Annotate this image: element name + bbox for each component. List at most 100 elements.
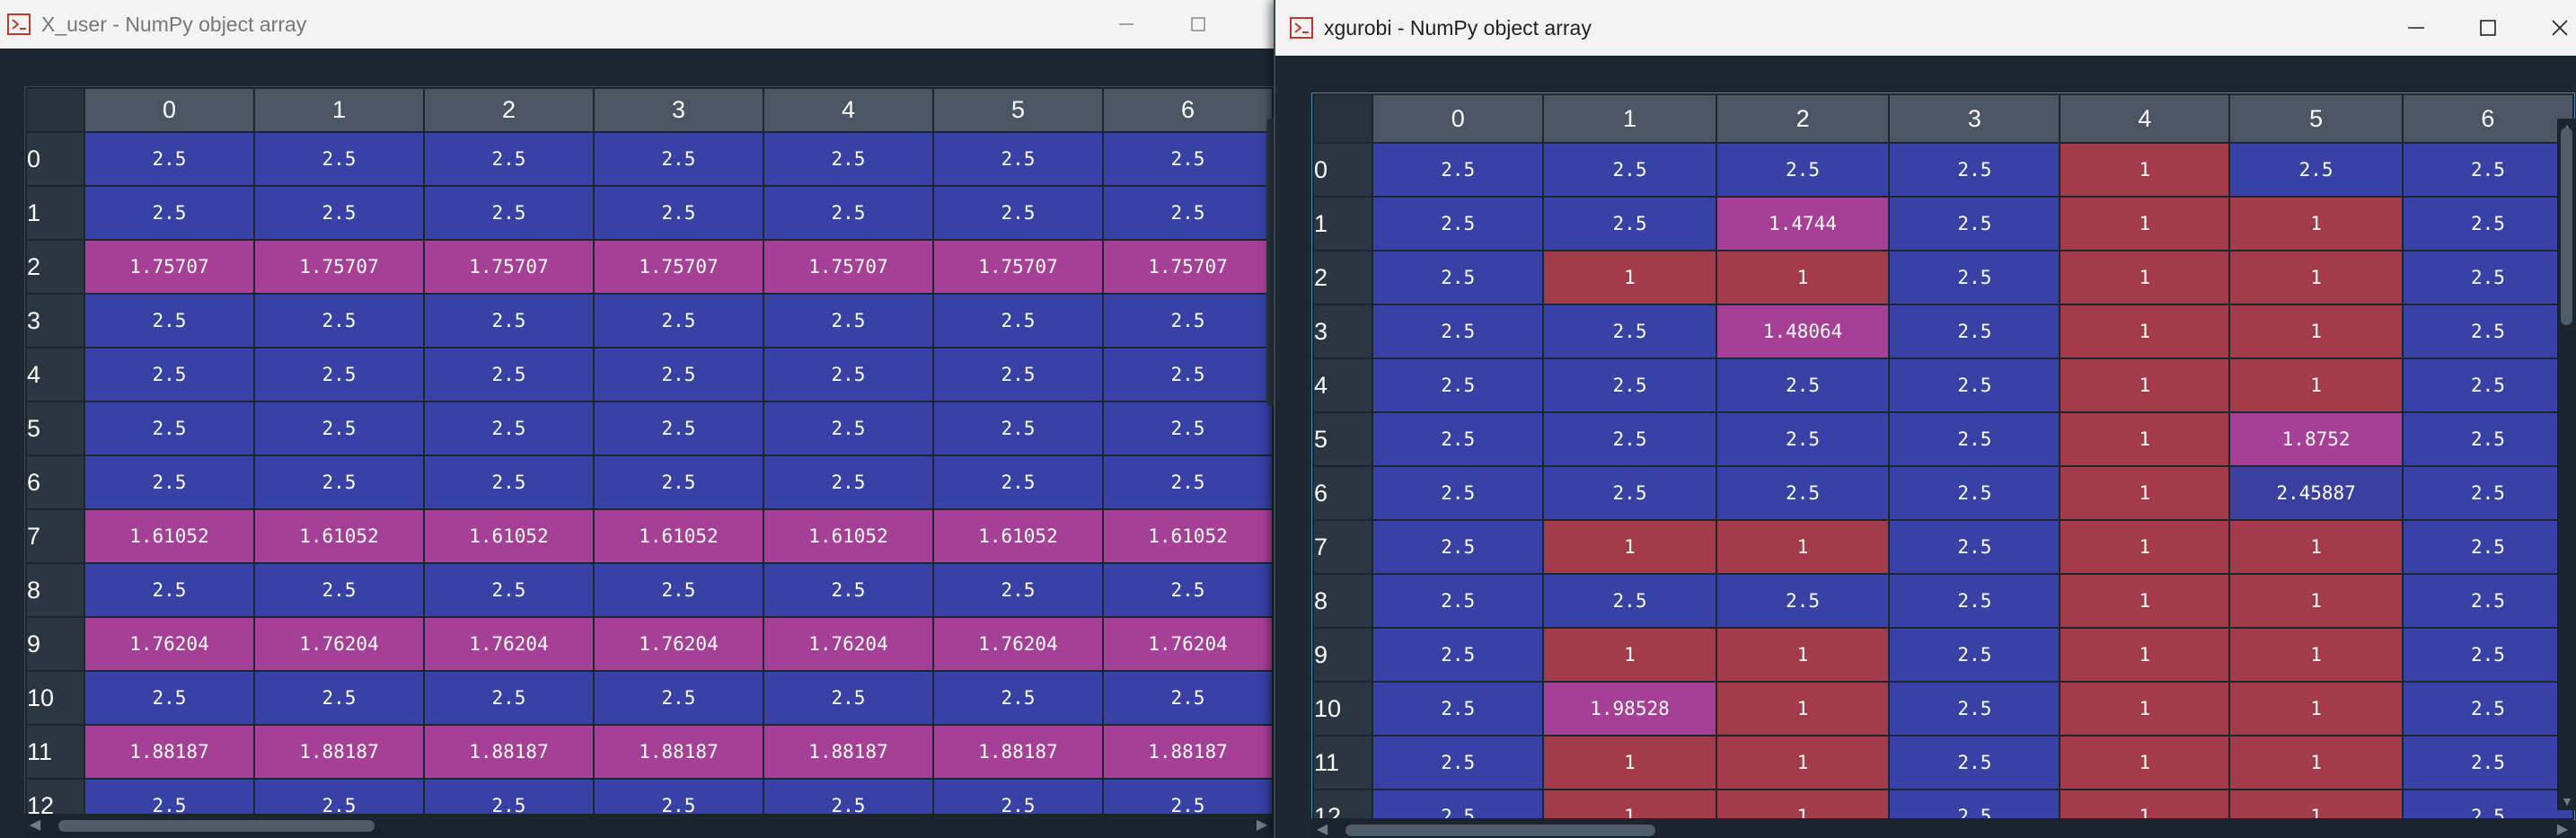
title-bar[interactable]: xgurobi - NumPy object array: [1275, 0, 2576, 56]
array-cell[interactable]: 2.5: [1101, 293, 1274, 348]
array-cell[interactable]: 1.88187: [931, 724, 1104, 780]
scroll-left-icon[interactable]: ◀: [26, 814, 44, 837]
array-cell[interactable]: 2.5: [252, 562, 425, 618]
array-cell[interactable]: 2.5: [1372, 250, 1545, 305]
row-header[interactable]: 8: [1312, 573, 1374, 629]
close-button[interactable]: [2524, 0, 2576, 56]
array-cell[interactable]: 1: [2059, 250, 2231, 305]
maximize-button[interactable]: [2452, 0, 2524, 56]
array-cell[interactable]: 2.5: [1888, 196, 2061, 251]
array-cell[interactable]: 1: [2059, 789, 2231, 819]
array-cell[interactable]: 1.88187: [1101, 724, 1274, 780]
array-cell[interactable]: 2.5: [592, 670, 764, 726]
array-cell[interactable]: 1.61052: [1101, 508, 1274, 564]
array-cell[interactable]: 1.98528: [1542, 681, 1717, 737]
column-header[interactable]: 1: [1542, 93, 1717, 144]
array-cell[interactable]: 2.5: [931, 778, 1104, 815]
array-cell[interactable]: 2.5: [422, 778, 595, 815]
array-cell[interactable]: 2.5: [422, 454, 595, 510]
array-cell[interactable]: 2.5: [1542, 357, 1717, 413]
array-cell[interactable]: 2.5: [931, 131, 1104, 187]
array-cell[interactable]: 2.5: [1888, 304, 2061, 359]
row-header[interactable]: 4: [1312, 357, 1374, 413]
array-cell[interactable]: 1.76204: [422, 616, 595, 672]
array-cell[interactable]: 1: [2228, 519, 2404, 575]
array-cell[interactable]: 1.75707: [762, 239, 934, 295]
array-cell[interactable]: 2.5: [1372, 519, 1545, 575]
array-cell[interactable]: 2.5: [592, 293, 764, 348]
array-cell[interactable]: 1: [2228, 789, 2404, 819]
array-cell[interactable]: 2.5: [2228, 142, 2404, 198]
row-header[interactable]: 10: [1312, 681, 1374, 737]
array-cell[interactable]: 1.75707: [1101, 239, 1274, 295]
array-cell[interactable]: 1.75707: [83, 239, 255, 295]
array-cell[interactable]: 2.5: [1372, 573, 1545, 629]
array-cell[interactable]: 2.5: [762, 562, 934, 618]
column-header[interactable]: 2: [1715, 93, 1891, 144]
array-cell[interactable]: 2.5: [1888, 357, 2061, 413]
array-cell[interactable]: 1.8752: [2228, 411, 2404, 467]
array-cell[interactable]: 2.5: [83, 131, 255, 187]
array-cell[interactable]: 2.5: [2401, 357, 2574, 413]
array-cell[interactable]: 2.5: [2401, 250, 2574, 305]
column-header[interactable]: 4: [762, 87, 934, 133]
array-cell[interactable]: 1: [2059, 627, 2231, 683]
row-header[interactable]: 1: [25, 185, 85, 241]
array-cell[interactable]: 1.76204: [592, 616, 764, 672]
array-cell[interactable]: 2.5: [1372, 411, 1545, 467]
array-cell[interactable]: 2.5: [592, 401, 764, 456]
array-cell[interactable]: 2.5: [1372, 196, 1545, 251]
grid-corner[interactable]: [25, 87, 85, 133]
array-cell[interactable]: 2.5: [83, 185, 255, 241]
array-cell[interactable]: 1: [1715, 681, 1891, 737]
array-cell[interactable]: 2.5: [762, 347, 934, 402]
array-cell[interactable]: 2.5: [1101, 454, 1274, 510]
array-cell[interactable]: 1.76204: [762, 616, 934, 672]
array-cell[interactable]: 2.5: [1372, 465, 1545, 521]
array-cell[interactable]: 1.88187: [592, 724, 764, 780]
array-cell[interactable]: 2.5: [2401, 735, 2574, 790]
column-header[interactable]: 6: [1101, 87, 1274, 133]
array-cell[interactable]: 2.5: [1888, 789, 2061, 819]
row-header[interactable]: 8: [25, 562, 85, 618]
row-header[interactable]: 5: [25, 401, 85, 456]
array-cell[interactable]: 2.5: [1101, 347, 1274, 402]
array-cell[interactable]: 2.5: [592, 778, 764, 815]
array-cell[interactable]: 2.5: [2401, 196, 2574, 251]
array-cell[interactable]: 2.5: [592, 562, 764, 618]
array-cell[interactable]: 2.5: [931, 347, 1104, 402]
array-cell[interactable]: 1: [2059, 519, 2231, 575]
array-cell[interactable]: 2.5: [422, 131, 595, 187]
array-cell[interactable]: 2.5: [252, 670, 425, 726]
array-grid[interactable]: 0 1 2 3 4 5 6 0 2.5 2.5 2.5 2.5 2.5 2.5 2.5 1 2.5 2.5 2.5 2…: [24, 86, 1275, 816]
array-cell[interactable]: 2.5: [592, 185, 764, 241]
array-cell[interactable]: 1: [1715, 789, 1891, 819]
array-cell[interactable]: 2.5: [592, 131, 764, 187]
array-cell[interactable]: 2.5: [1888, 519, 2061, 575]
array-cell[interactable]: 1: [1542, 789, 1717, 819]
array-cell[interactable]: 2.5: [2401, 142, 2574, 198]
row-header[interactable]: 11: [1312, 735, 1374, 790]
array-cell[interactable]: 2.5: [1372, 304, 1545, 359]
array-cell[interactable]: 2.5: [1888, 250, 2061, 305]
array-cell[interactable]: 2.5: [1888, 681, 2061, 737]
array-cell[interactable]: 2.5: [1542, 304, 1717, 359]
row-header[interactable]: 2: [1312, 250, 1374, 305]
array-cell[interactable]: 1.75707: [931, 239, 1104, 295]
row-header[interactable]: 10: [25, 670, 85, 726]
row-header[interactable]: 3: [1312, 304, 1374, 359]
array-cell[interactable]: 2.5: [83, 454, 255, 510]
array-cell[interactable]: 1: [2228, 681, 2404, 737]
array-cell[interactable]: 2.5: [931, 670, 1104, 726]
row-header[interactable]: 0: [25, 131, 85, 187]
array-cell[interactable]: 1.76204: [1101, 616, 1274, 672]
array-cell[interactable]: 2.5: [2401, 411, 2574, 467]
array-cell[interactable]: 2.5: [422, 293, 595, 348]
array-cell[interactable]: 1: [2059, 304, 2231, 359]
array-cell[interactable]: 2.5: [762, 401, 934, 456]
array-cell[interactable]: 1.61052: [931, 508, 1104, 564]
array-cell[interactable]: 2.5: [1101, 778, 1274, 815]
array-cell[interactable]: 1: [1715, 519, 1891, 575]
array-cell[interactable]: 2.5: [1101, 185, 1274, 241]
array-cell[interactable]: 1.88187: [422, 724, 595, 780]
